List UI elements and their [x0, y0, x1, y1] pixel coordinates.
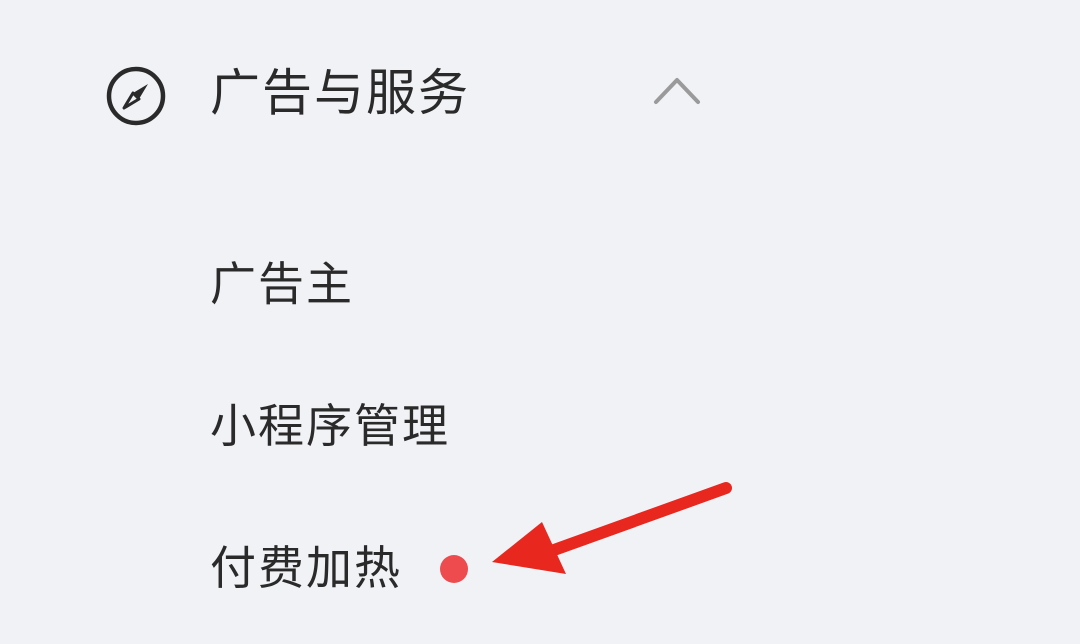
menu-item-paid-boost[interactable]: 付费加热 [210, 532, 402, 604]
section-title: 广告与服务 [210, 64, 470, 122]
chevron-up-icon[interactable] [652, 72, 702, 108]
menu-item-advertiser[interactable]: 广告主 [210, 248, 354, 320]
annotation-arrow [492, 482, 732, 574]
notification-badge [440, 555, 468, 583]
section-header-ads-services[interactable]: 广告与服务 [0, 40, 760, 150]
menu-item-mini-program-management[interactable]: 小程序管理 [210, 390, 450, 462]
compass-icon [106, 66, 166, 126]
